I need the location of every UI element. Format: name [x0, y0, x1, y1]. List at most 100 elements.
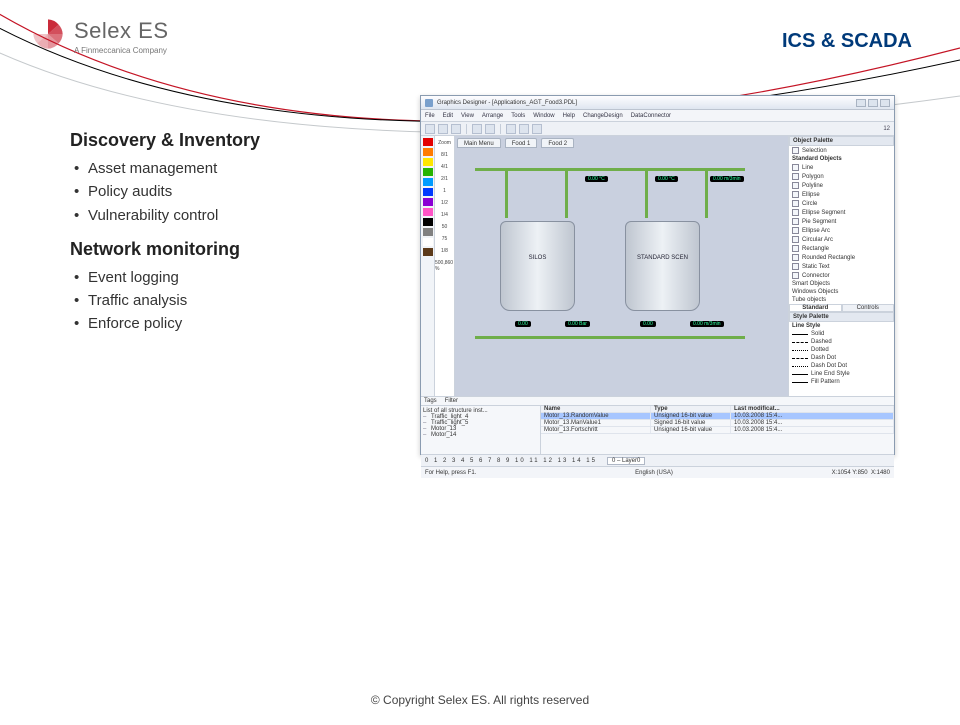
brand-subtitle: A Finmeccanica Company	[74, 46, 169, 55]
object-item[interactable]: Polyline	[802, 183, 823, 189]
layer-select[interactable]: 0 – Layer0	[607, 457, 645, 465]
shape-icon	[792, 164, 799, 171]
tab-food2[interactable]: Food 2	[541, 138, 574, 148]
zoom-mark[interactable]: 1	[443, 188, 446, 194]
font-size-field[interactable]: 12	[883, 126, 890, 132]
window-title: Graphics Designer - [Applications_AGT_Fo…	[437, 100, 577, 106]
zoom-mark[interactable]: 1/4	[441, 212, 448, 218]
tab-main[interactable]: Main Menu	[457, 138, 501, 148]
toolbar-button[interactable]	[506, 124, 516, 134]
menu-edit[interactable]: Edit	[443, 113, 453, 119]
toolbar-button[interactable]	[438, 124, 448, 134]
table-row[interactable]: Motor_13.RandomValue Unsigned 16-bit val…	[541, 413, 894, 420]
pattern-item[interactable]: Dash Dot Dot	[811, 363, 847, 369]
zoom-mark[interactable]: 75	[442, 236, 448, 242]
color-swatch[interactable]	[423, 158, 433, 166]
toolbar-button[interactable]	[485, 124, 495, 134]
bullet-event: Event logging	[70, 266, 260, 289]
menu-view[interactable]: View	[461, 113, 474, 119]
menu-help[interactable]: Help	[563, 113, 575, 119]
menu-dataconnector[interactable]: DataConnector	[631, 113, 671, 119]
pattern-item[interactable]: Dash Dot	[811, 355, 836, 361]
tab-controls[interactable]: Controls	[842, 304, 895, 312]
design-canvas[interactable]: Main Menu Food 1 Food 2 SILOS STANDARD S…	[455, 136, 789, 396]
table-row[interactable]: Motor_13.ManValue1 Signed 16-bit value 1…	[541, 420, 894, 427]
color-swatch[interactable]	[423, 198, 433, 206]
footer-copyright: © Copyright Selex ES. All rights reserve…	[0, 693, 960, 707]
tab-food1[interactable]: Food 1	[505, 138, 538, 148]
color-swatch[interactable]	[423, 248, 433, 256]
smart-objects-label[interactable]: Smart Objects	[792, 281, 830, 287]
shape-icon	[792, 254, 799, 261]
object-item[interactable]: Line	[802, 165, 813, 171]
zoom-mark[interactable]: Zoom	[438, 140, 451, 146]
color-swatch[interactable]	[423, 208, 433, 216]
object-item[interactable]: Pie Segment	[802, 219, 836, 225]
zoom-mark[interactable]: 1/8	[441, 248, 448, 254]
menu-tools[interactable]: Tools	[511, 113, 525, 119]
toolbar-button[interactable]	[472, 124, 482, 134]
readout: 0.00 Bar	[565, 321, 590, 327]
maximize-button[interactable]	[868, 99, 878, 107]
tube-objects-label[interactable]: Tube objects	[792, 297, 826, 303]
pattern-item[interactable]: Solid	[811, 331, 824, 337]
object-item[interactable]: Rectangle	[802, 246, 829, 252]
object-item[interactable]: Ellipse	[802, 192, 820, 198]
selection-label[interactable]: Selection	[802, 148, 827, 154]
menu-changedesign[interactable]: ChangeDesign	[583, 113, 623, 119]
zoom-mark[interactable]: 4/1	[441, 164, 448, 170]
zoom-bar[interactable]: Zoom 8/1 4/1 2/1 1 1/2 1/4 50 75 1/8 500,860 %	[435, 136, 455, 396]
color-swatch[interactable]	[423, 148, 433, 156]
line-style-label[interactable]: Line Style	[792, 323, 820, 329]
color-swatch[interactable]	[423, 138, 433, 146]
table-row[interactable]: Motor_13.Fortschritt Unsigned 16-bit val…	[541, 427, 894, 434]
toolbar-button[interactable]	[425, 124, 435, 134]
object-item[interactable]: Ellipse Segment	[802, 210, 845, 216]
zoom-mark[interactable]: 2/1	[441, 176, 448, 182]
object-item[interactable]: Circular Arc	[802, 237, 833, 243]
bullet-policy: Policy audits	[70, 180, 260, 203]
toolbar-button[interactable]	[519, 124, 529, 134]
object-item[interactable]: Connector	[802, 273, 830, 279]
color-swatch[interactable]	[423, 188, 433, 196]
object-item[interactable]: Ellipse Arc	[802, 228, 830, 234]
menu-arrange[interactable]: Arrange	[482, 113, 503, 119]
toolbar-button[interactable]	[451, 124, 461, 134]
app-icon	[425, 99, 433, 107]
close-button[interactable]	[880, 99, 890, 107]
tags-label: Tags	[424, 398, 437, 404]
status-center: English (USA)	[635, 470, 673, 476]
zoom-mark[interactable]: 8/1	[441, 152, 448, 158]
shape-icon	[792, 218, 799, 225]
color-palette[interactable]	[421, 136, 435, 396]
zoom-mark[interactable]: 500,860 %	[435, 260, 454, 272]
pattern-item[interactable]: Dotted	[811, 347, 829, 353]
color-swatch[interactable]	[423, 238, 433, 246]
color-swatch[interactable]	[423, 168, 433, 176]
tab-standard[interactable]: Standard	[789, 304, 842, 312]
col-mod[interactable]: Last modificat...	[731, 406, 894, 412]
pattern-item[interactable]: Dashed	[811, 339, 832, 345]
pattern-item[interactable]: Line End Style	[811, 371, 850, 377]
menu-window[interactable]: Window	[533, 113, 554, 119]
zoom-mark[interactable]: 50	[442, 224, 448, 230]
pattern-item[interactable]: Fill Pattern	[811, 379, 840, 385]
menu-file[interactable]: File	[425, 113, 435, 119]
object-item[interactable]: Polygon	[802, 174, 824, 180]
color-swatch[interactable]	[423, 178, 433, 186]
windows-objects-label[interactable]: Windows Objects	[792, 289, 838, 295]
standard-objects-label[interactable]: Standard Objects	[792, 156, 842, 162]
col-type[interactable]: Type	[651, 406, 731, 412]
object-item[interactable]: Rounded Rectangle	[802, 255, 855, 261]
color-swatch[interactable]	[423, 228, 433, 236]
minimize-button[interactable]	[856, 99, 866, 107]
color-swatch[interactable]	[423, 218, 433, 226]
bullet-asset: Asset management	[70, 157, 260, 180]
zoom-mark[interactable]: 1/2	[441, 200, 448, 206]
toolbar-button[interactable]	[532, 124, 542, 134]
object-item[interactable]: Static Text	[802, 264, 830, 270]
col-name[interactable]: Name	[541, 406, 651, 412]
tree-item[interactable]: Motor_14	[423, 432, 538, 438]
heading-network: Network monitoring	[70, 239, 260, 260]
object-item[interactable]: Circle	[802, 201, 817, 207]
